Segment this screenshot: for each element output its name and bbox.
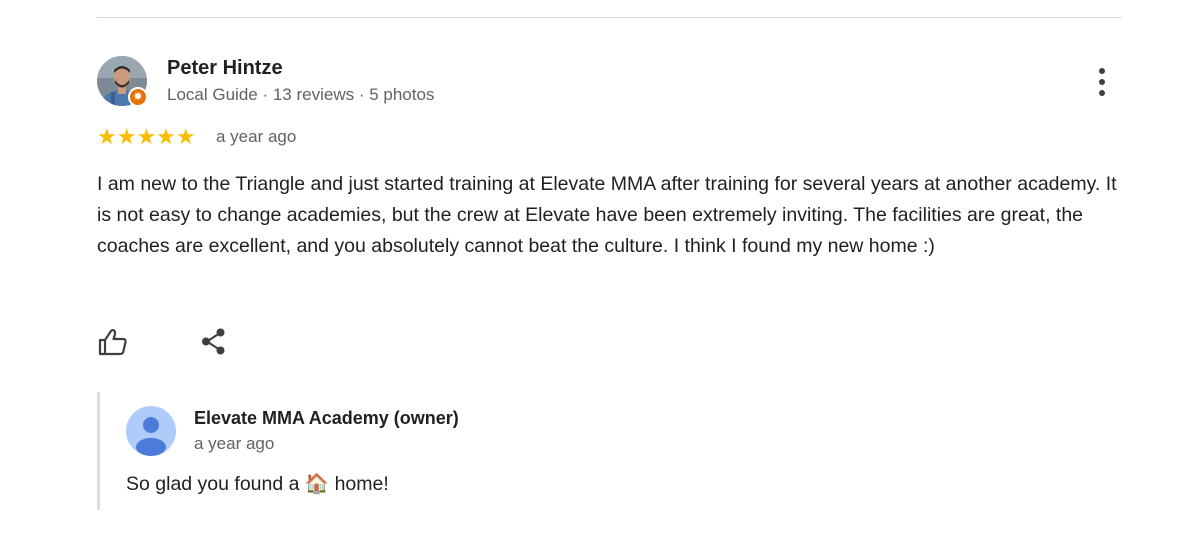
more-dot bbox=[1099, 90, 1105, 96]
more-vert-icon[interactable] bbox=[1088, 64, 1116, 100]
reviewer-name[interactable]: Peter Hintze bbox=[167, 57, 283, 80]
share-icon[interactable] bbox=[199, 327, 229, 357]
owner-response-text: So glad you found a 🏠 home! bbox=[126, 473, 389, 495]
more-dot bbox=[1099, 68, 1105, 74]
local-guide-badge-icon: ✸ bbox=[128, 87, 148, 107]
review-text: I am new to the Triangle and just starte… bbox=[97, 173, 1117, 257]
owner-response-date: a year ago bbox=[194, 434, 275, 453]
review-card: ✸ Peter Hintze Local Guide · 13 reviews … bbox=[0, 0, 1200, 537]
default-person-icon[interactable] bbox=[126, 406, 176, 456]
review-date: a year ago bbox=[216, 127, 297, 146]
top-divider bbox=[97, 17, 1122, 18]
reviewer-meta: Local Guide · 13 reviews · 5 photos bbox=[167, 85, 435, 104]
more-dot bbox=[1099, 79, 1105, 85]
star-rating: ★★★★★ bbox=[97, 124, 196, 149]
owner-name[interactable]: Elevate MMA Academy (owner) bbox=[194, 408, 459, 429]
thumbs-up-icon[interactable] bbox=[97, 327, 129, 357]
response-divider bbox=[97, 392, 100, 510]
